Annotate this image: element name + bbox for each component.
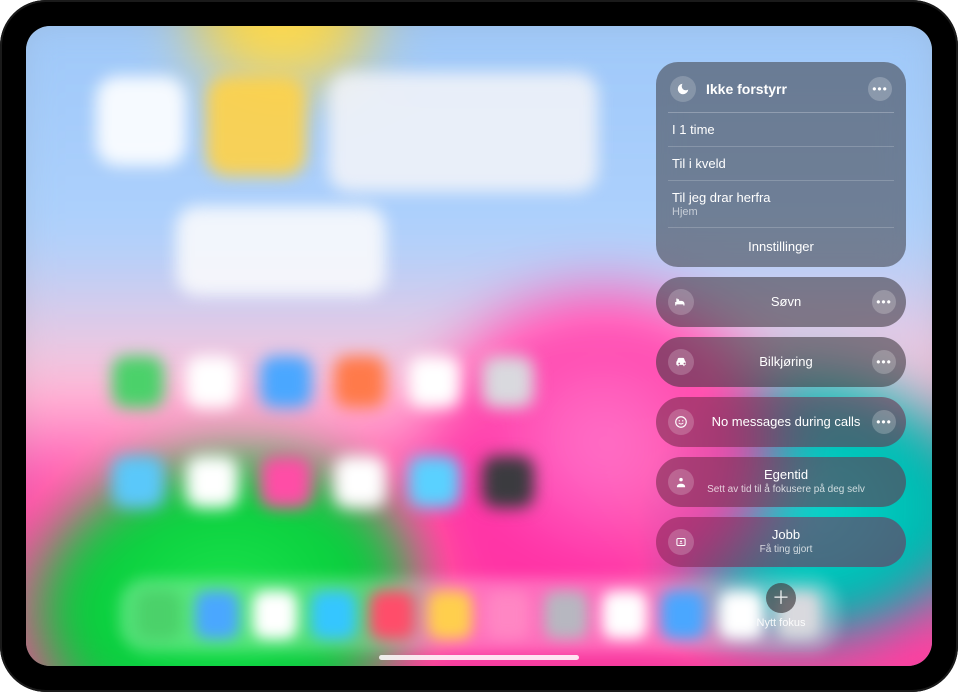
screen: Ikke forstyrr ••• I 1 time Til i kveld T… [26,26,932,666]
new-focus-label: Nytt fokus [757,617,806,629]
mode-sublabel: Få ting gjort [704,544,868,556]
option-label: Til i kveld [672,156,726,171]
blurred-widget [96,76,186,166]
dnd-option-leave-location[interactable]: Til jeg drar herfra Hjem [668,180,894,227]
more-icon[interactable]: ••• [872,410,896,434]
home-indicator [379,655,579,660]
focus-mode-work[interactable]: Jobb Få ting gjort [656,517,906,567]
focus-panel: Ikke forstyrr ••• I 1 time Til i kveld T… [656,62,906,629]
spacer [872,470,896,494]
more-icon[interactable]: ••• [872,350,896,374]
more-icon[interactable]: ••• [868,77,892,101]
blurred-widget [328,72,598,192]
mode-label: No messages during calls [712,414,861,429]
moon-icon [670,76,696,102]
ipad-frame: Ikke forstyrr ••• I 1 time Til i kveld T… [0,0,958,692]
focus-mode-personal[interactable]: Egentid Sett av tid til å fokusere på de… [656,457,906,507]
new-focus-button[interactable]: ＋ Nytt fokus [656,583,906,629]
blurred-widget [206,76,306,176]
dnd-option-1h[interactable]: I 1 time [668,112,894,146]
option-label: Til jeg drar herfra [672,190,771,205]
smile-icon [668,409,694,435]
car-icon [668,349,694,375]
dnd-options: I 1 time Til i kveld Til jeg drar herfra… [668,112,894,267]
mode-label: Bilkjøring [759,354,812,369]
bed-icon [668,289,694,315]
settings-label: Innstillinger [748,239,814,254]
dnd-header[interactable]: Ikke forstyrr ••• [668,72,894,112]
mode-label: Søvn [771,294,801,309]
dnd-title: Ikke forstyrr [706,81,858,97]
more-icon[interactable]: ••• [872,290,896,314]
plus-icon: ＋ [766,583,796,613]
spacer [872,530,896,554]
person-icon [668,469,694,495]
blurred-widget [176,206,386,296]
focus-mode-custom[interactable]: No messages during calls ••• [656,397,906,447]
focus-mode-sleep[interactable]: Søvn ••• [656,277,906,327]
mode-label: Jobb [704,528,868,543]
mode-sublabel: Sett av tid til å fokusere på deg selv [704,484,868,496]
dnd-option-evening[interactable]: Til i kveld [668,146,894,180]
focus-mode-driving[interactable]: Bilkjøring ••• [656,337,906,387]
mode-label: Egentid [704,468,868,483]
dnd-card: Ikke forstyrr ••• I 1 time Til i kveld T… [656,62,906,267]
option-sublabel: Hjem [672,206,890,218]
dnd-settings-button[interactable]: Innstillinger [668,227,894,267]
badge-icon [668,529,694,555]
option-label: I 1 time [672,122,715,137]
